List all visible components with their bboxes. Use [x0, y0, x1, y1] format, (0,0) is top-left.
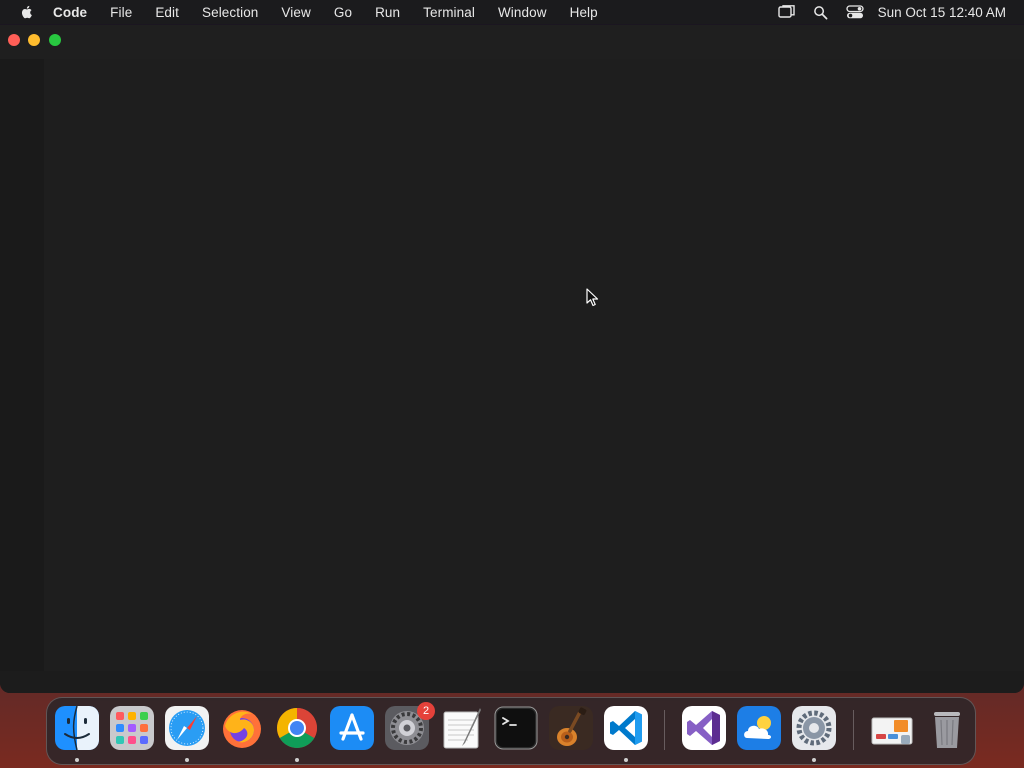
dock-settings[interactable] [792, 706, 836, 750]
window-title-bar[interactable] [0, 25, 1024, 59]
safari-running-indicator [185, 758, 189, 762]
firefox-icon [223, 710, 261, 748]
dock-separator-2 [853, 710, 854, 750]
dock-safari[interactable] [165, 706, 209, 750]
finder-running-indicator [75, 758, 79, 762]
dock-terminal[interactable] [494, 706, 538, 750]
code-window [0, 25, 1024, 693]
menu-app-name[interactable]: Code [53, 5, 87, 20]
vscode-icon [604, 706, 648, 750]
dock-finder[interactable] [55, 706, 99, 750]
dock-trash[interactable] [925, 706, 969, 750]
system-preferences-badge: 2 [417, 702, 435, 720]
settings-running-indicator [812, 758, 816, 762]
mouse-cursor-icon [586, 288, 600, 308]
window-zoom-button[interactable] [49, 34, 61, 46]
dock-separator [664, 710, 665, 750]
launchpad-icon [110, 706, 154, 750]
screen-mirroring-icon[interactable] [777, 4, 796, 20]
documents-stack-icon [871, 717, 913, 745]
terminal-icon [494, 706, 538, 750]
menu-file[interactable]: File [110, 5, 132, 20]
window-minimize-button[interactable] [28, 34, 40, 46]
menu-view[interactable]: View [281, 5, 310, 20]
finder-icon [55, 706, 99, 750]
chrome-icon [277, 708, 317, 748]
dock-app-store[interactable] [330, 706, 374, 750]
dock-textedit[interactable] [440, 706, 484, 750]
weather-icon [737, 706, 781, 750]
apple-menu-icon[interactable] [19, 4, 35, 20]
search-icon[interactable] [812, 4, 830, 20]
window-close-button[interactable] [8, 34, 20, 46]
dock-firefox[interactable] [220, 706, 264, 750]
activity-bar [0, 59, 44, 671]
menu-help[interactable]: Help [570, 5, 598, 20]
menu-run[interactable]: Run [375, 5, 400, 20]
status-bar [0, 671, 1024, 693]
visual-studio-icon [682, 706, 726, 750]
menu-go[interactable]: Go [334, 5, 352, 20]
dock-visual-studio[interactable] [682, 706, 726, 750]
vscode-running-indicator [624, 758, 628, 762]
dock-vscode[interactable] [604, 706, 648, 750]
menu-bar-clock[interactable]: Sun Oct 15 12:40 AM [878, 5, 1006, 20]
trash-icon [934, 712, 960, 748]
safari-icon [165, 706, 209, 750]
dock-chrome[interactable] [275, 706, 319, 750]
dock-weather[interactable] [737, 706, 781, 750]
app-store-icon [330, 706, 374, 750]
menu-terminal[interactable]: Terminal [423, 5, 475, 20]
menu-bar-status-area: Sun Oct 15 12:40 AM [762, 0, 1006, 24]
dock-documents-stack[interactable] [870, 706, 914, 750]
dock-launchpad[interactable] [110, 706, 154, 750]
menu-bar: Code File Edit Selection View Go Run Ter… [0, 0, 1024, 24]
control-center-icon[interactable] [846, 4, 864, 20]
menu-edit[interactable]: Edit [155, 5, 179, 20]
menu-window[interactable]: Window [498, 5, 547, 20]
settings-gear-icon [792, 706, 836, 750]
dock-garageband[interactable] [549, 706, 593, 750]
chrome-running-indicator [295, 758, 299, 762]
editor-area[interactable] [46, 59, 1024, 671]
garageband-icon [549, 706, 593, 750]
menu-selection[interactable]: Selection [202, 5, 258, 20]
textedit-icon [443, 708, 481, 749]
dock: 2 [46, 697, 976, 765]
